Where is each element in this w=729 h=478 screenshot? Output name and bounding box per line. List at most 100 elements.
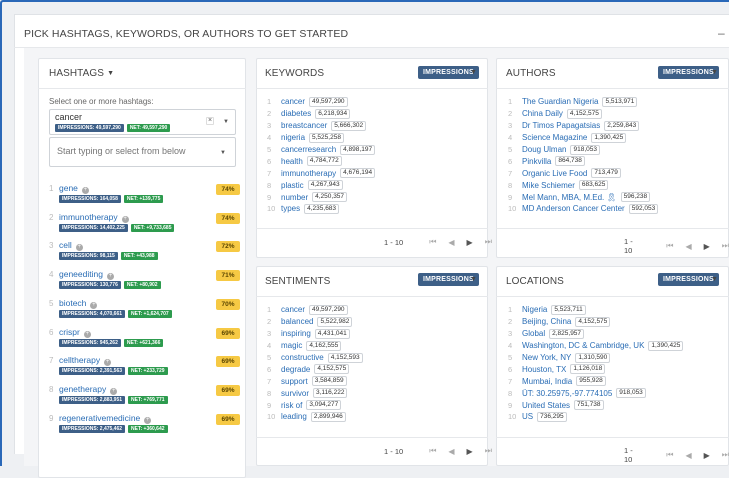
term-link[interactable]: Dr Timos Papagatsias [522, 121, 600, 130]
list-item[interactable]: 7 immunotherapy 4,676,194 [267, 167, 376, 179]
list-item[interactable]: 3 inspiring 4,431,041 [267, 328, 363, 340]
term-link[interactable]: survivor [281, 389, 309, 398]
list-item[interactable]: 9 number 4,250,357 [267, 191, 375, 203]
term-link[interactable]: breastcancer [281, 121, 327, 130]
term-link[interactable]: degrade [281, 365, 310, 374]
first-page-icon[interactable]: ⏮ [666, 450, 673, 460]
hashtag-link[interactable]: genetherapy + [59, 384, 118, 395]
list-item[interactable]: 3 breastcancer 5,666,302 [267, 120, 375, 132]
list-item[interactable]: 4 nigeria 5,525,258 [267, 132, 375, 144]
add-icon[interactable]: + [75, 244, 83, 252]
hashtag-name[interactable]: genetherapy [59, 384, 106, 394]
term-link[interactable]: Doug Ulman [522, 145, 566, 154]
list-item[interactable]: 5 Doug Ulman 918,053 [508, 144, 658, 156]
hashtag-search-field[interactable]: ▼ [49, 137, 236, 167]
hashtag-name[interactable]: gene [59, 183, 78, 193]
list-item[interactable]: 2 balanced 5,522,982 [267, 316, 363, 328]
list-item[interactable]: 1 cancer 49,597,290 [267, 304, 363, 316]
term-link[interactable]: China Daily [522, 109, 563, 118]
first-page-icon[interactable]: ⏮ [666, 241, 673, 251]
list-item[interactable]: 8 ÜT: 30.25975,-97.774105 918,053 [508, 387, 683, 399]
term-link[interactable]: US [522, 412, 533, 421]
list-item[interactable]: 8 Mike Schiemer 683,625 [508, 179, 658, 191]
list-item[interactable]: 9 risk of 3,094,277 [267, 399, 363, 411]
list-item[interactable]: 1 cancer 49,597,290 [267, 96, 375, 108]
list-item[interactable]: 9 United States 751,738 [508, 399, 683, 411]
term-link[interactable]: plastic [281, 181, 304, 190]
list-item[interactable]: 6 health 4,784,772 [267, 155, 375, 167]
next-page-icon[interactable]: ▶ [704, 451, 710, 460]
prev-page-icon[interactable]: ◀ [448, 238, 454, 247]
term-link[interactable]: New York, NY [522, 353, 571, 362]
list-item[interactable]: 6 degrade 4,152,575 [267, 363, 363, 375]
list-item[interactable]: 8 survivor 3,116,222 [267, 387, 363, 399]
term-link[interactable]: number [281, 193, 308, 202]
term-link[interactable]: Mike Schiemer [522, 181, 575, 190]
term-link[interactable]: health [281, 157, 303, 166]
list-item[interactable]: 1 Nigeria 5,523,711 [508, 304, 683, 316]
add-icon[interactable]: + [104, 359, 112, 367]
list-item[interactable]: 4 magic 4,162,555 [267, 340, 363, 352]
add-icon[interactable]: + [110, 387, 118, 395]
list-item[interactable]: 7 Mumbai, India 955,928 [508, 375, 683, 387]
list-item[interactable]: 4 Science Magazine 1,390,425 [508, 132, 658, 144]
list-item[interactable]: 4 Washington, DC & Cambridge, UK 1,390,425 [508, 340, 684, 352]
hashtag-row[interactable]: 3 cell + IMPRESSIONS: 98,115 NET: +43,988 72% [49, 240, 264, 269]
prev-page-icon[interactable]: ◀ [448, 447, 454, 456]
hashtag-row[interactable]: 8 genetherapy + IMPRESSIONS: 2,883,951 NET: … [49, 384, 264, 413]
list-item[interactable]: 2 China Daily 4,152,575 [508, 108, 658, 120]
last-page-icon[interactable]: ⏭ [722, 450, 729, 460]
hashtag-row[interactable]: 4 geneediting + IMPRESSIONS: 130,776 NET: +8… [49, 269, 264, 298]
last-page-icon[interactable]: ⏭ [485, 446, 492, 456]
hashtag-name[interactable]: celltherapy [59, 355, 100, 365]
hashtag-link[interactable]: crispr + [59, 327, 91, 338]
hashtag-search-input[interactable] [57, 146, 207, 156]
term-link[interactable]: Science Magazine [522, 133, 587, 142]
list-item[interactable]: 10 leading 2,899,946 [267, 411, 363, 423]
caret-down-icon[interactable]: ▼ [711, 276, 718, 283]
term-link[interactable]: Pinkvilla [522, 157, 551, 166]
list-item[interactable]: 2 diabetes 6,218,934 [267, 108, 375, 120]
term-link[interactable]: constructive [281, 353, 324, 362]
list-item[interactable]: 9 Mel Mann, MBA, M.Ed. 🎗 596,238 [508, 191, 658, 203]
hashtag-row[interactable]: 9 regenerativemedicine + IMPRESSIONS: 2,475… [49, 413, 264, 442]
list-item[interactable]: 7 Organic Live Food 713,479 [508, 167, 658, 179]
hashtag-name[interactable]: biotech [59, 298, 86, 308]
hashtag-link[interactable]: cell + [59, 240, 83, 252]
add-icon[interactable]: + [144, 416, 152, 424]
chevron-down-icon[interactable]: ▼ [223, 119, 229, 125]
hashtag-row[interactable]: 1 gene + IMPRESSIONS: 164,058 NET: +139,775 7… [49, 183, 264, 212]
prev-page-icon[interactable]: ◀ [685, 451, 691, 460]
list-item[interactable]: 3 Dr Timos Papagatsias 2,259,843 [508, 120, 658, 132]
add-icon[interactable]: + [83, 330, 91, 338]
next-page-icon[interactable]: ▶ [467, 238, 473, 247]
term-link[interactable]: ÜT: 30.25975,-97.774105 [522, 389, 612, 398]
term-link[interactable]: Nigeria [522, 305, 547, 314]
term-link[interactable]: Washington, DC & Cambridge, UK [522, 341, 644, 350]
term-link[interactable]: risk of [281, 401, 302, 410]
list-item[interactable]: 10 MD Anderson Cancer Center 592,053 [508, 203, 659, 215]
hashtag-link[interactable]: celltherapy + [59, 355, 112, 367]
first-page-icon[interactable]: ⏮ [429, 237, 436, 247]
hashtag-name[interactable]: regenerativemedicine [59, 413, 140, 423]
term-link[interactable]: immunotherapy [281, 169, 336, 178]
hashtag-link[interactable]: geneediting + [59, 269, 114, 281]
list-item[interactable]: 2 Beijing, China 4,152,575 [508, 316, 683, 328]
hashtag-link[interactable]: biotech + [59, 298, 98, 309]
list-item[interactable]: 7 support 3,584,859 [267, 375, 363, 387]
term-link[interactable]: diabetes [281, 109, 311, 118]
next-page-icon[interactable]: ▶ [467, 447, 473, 456]
hashtag-link[interactable]: immunotherapy + [59, 212, 129, 223]
hashtag-row[interactable]: 7 celltherapy + IMPRESSIONS: 2,391,563 NET: … [49, 355, 264, 384]
hashtag-name[interactable]: geneediting [59, 269, 103, 279]
hashtag-row[interactable]: 5 biotech + IMPRESSIONS: 4,070,661 NET: +1,6… [49, 298, 264, 327]
list-item[interactable]: 8 plastic 4,267,943 [267, 179, 375, 191]
last-page-icon[interactable]: ⏭ [722, 241, 729, 251]
term-link[interactable]: MD Anderson Cancer Center [522, 204, 625, 213]
add-icon[interactable]: + [121, 215, 129, 223]
hashtag-name[interactable]: cell [59, 240, 72, 250]
list-item[interactable]: 6 Houston, TX 1,126,018 [508, 363, 683, 375]
hashtag-name[interactable]: crispr [59, 327, 80, 337]
list-item[interactable]: 10 US 736,295 [508, 411, 683, 423]
list-item[interactable]: 1 The Guardian Nigeria 5,513,971 [508, 96, 658, 108]
